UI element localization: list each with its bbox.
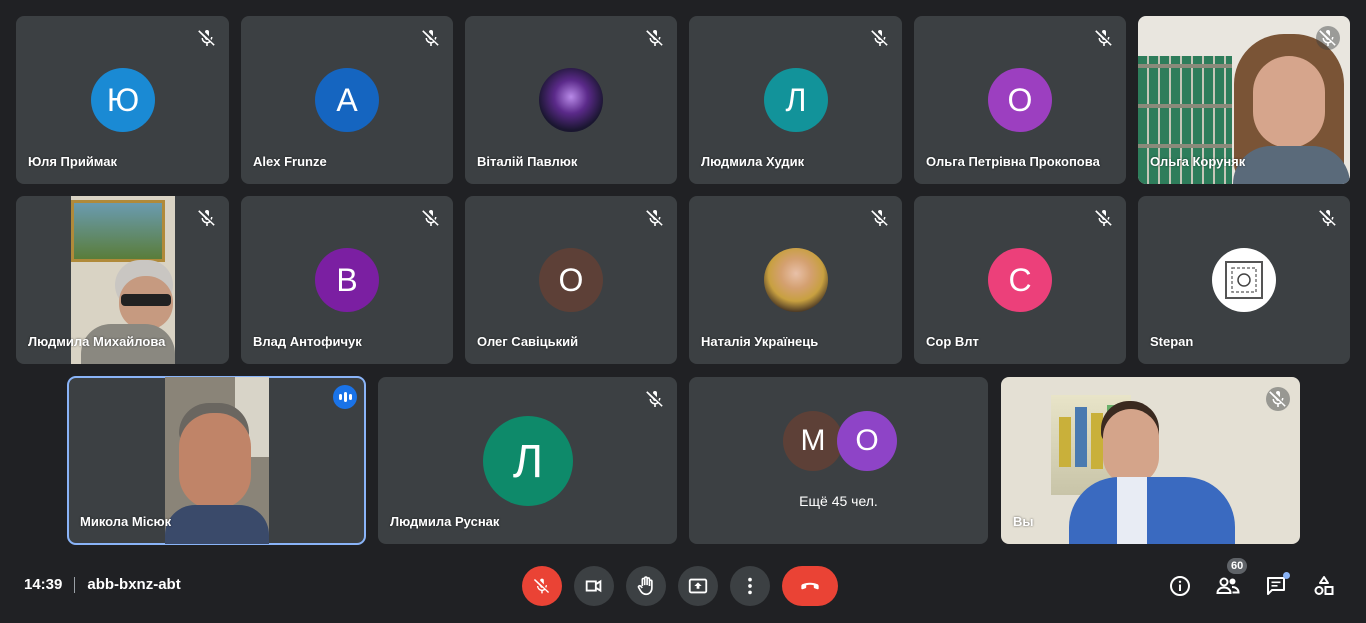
unread-dot bbox=[1283, 572, 1290, 579]
mic-off-icon bbox=[646, 391, 663, 407]
participant-name: Олег Савіцький bbox=[477, 334, 579, 349]
info-icon bbox=[1170, 576, 1190, 596]
participant-name: Юля Приймак bbox=[28, 154, 117, 169]
avatar: Л bbox=[483, 416, 573, 506]
participant-name: Микола Місюк bbox=[80, 514, 172, 529]
avatar-image bbox=[764, 248, 828, 312]
avatar: В bbox=[315, 248, 379, 312]
participant-tile[interactable]: С Сор Влт bbox=[914, 196, 1126, 364]
mic-off-icon bbox=[646, 30, 663, 46]
participant-name: Наталія Українець bbox=[701, 334, 819, 349]
video-feed bbox=[1001, 377, 1300, 544]
participant-tile[interactable]: О Олег Савіцький bbox=[465, 196, 677, 364]
participant-name: Вы bbox=[1013, 514, 1034, 529]
others-tile[interactable]: М О Ещё 45 чел. bbox=[689, 377, 988, 544]
participant-tile[interactable]: Л Людмила Худик bbox=[689, 16, 902, 184]
mic-off-icon bbox=[422, 30, 439, 46]
others-count-label: Ещё 45 чел. bbox=[799, 493, 878, 509]
avatar: Л bbox=[764, 68, 828, 132]
mic-off-icon bbox=[646, 210, 663, 226]
mic-off-icon bbox=[422, 210, 439, 226]
mic-off-icon bbox=[1266, 387, 1290, 411]
avatar: Ю bbox=[91, 68, 155, 132]
avatar: М bbox=[783, 411, 843, 471]
pattern-icon bbox=[1225, 261, 1263, 299]
participant-name: Людмила Михайлова bbox=[28, 334, 166, 349]
mic-off-icon bbox=[1316, 26, 1340, 50]
video-feed bbox=[165, 377, 269, 544]
speaking-indicator-icon bbox=[333, 385, 357, 409]
present-screen-button[interactable] bbox=[678, 566, 718, 606]
participant-tile[interactable]: Ю Юля Приймак bbox=[16, 16, 229, 184]
participants-button[interactable]: 60 bbox=[1214, 558, 1248, 600]
activities-icon bbox=[1314, 576, 1334, 595]
participant-tile[interactable]: Stepan bbox=[1138, 196, 1350, 364]
participant-name: Stepan bbox=[1150, 334, 1194, 349]
avatar: О bbox=[837, 411, 897, 471]
mic-off-icon bbox=[871, 30, 888, 46]
participant-tile[interactable]: Л Людмила Руснак bbox=[378, 377, 677, 544]
meeting-code: abb-bxnz-abt bbox=[87, 576, 181, 593]
participant-name: Alex Frunze bbox=[253, 154, 327, 169]
participant-video-tile[interactable]: Людмила Михайлова bbox=[16, 196, 229, 364]
participant-video-tile[interactable]: Ольга Коруняк bbox=[1138, 16, 1350, 184]
present-screen-icon bbox=[688, 578, 708, 594]
activities-button[interactable] bbox=[1310, 572, 1338, 600]
participant-name: Віталій Павлюк bbox=[477, 154, 578, 169]
participant-tile[interactable]: В Влад Антофичук bbox=[241, 196, 453, 364]
mic-off-icon bbox=[198, 210, 215, 226]
people-icon bbox=[1216, 577, 1240, 594]
participant-name: Ольга Петрівна Прокопова bbox=[926, 154, 1100, 169]
meeting-details-button[interactable] bbox=[1166, 572, 1194, 600]
camera-icon bbox=[585, 579, 602, 593]
avatar: О bbox=[539, 248, 603, 312]
hang-up-icon bbox=[801, 582, 819, 590]
participant-tile[interactable]: Наталія Українець bbox=[689, 196, 902, 364]
avatar: A bbox=[315, 68, 379, 132]
avatar: С bbox=[988, 248, 1052, 312]
leave-call-button[interactable] bbox=[782, 566, 838, 606]
participant-tile[interactable]: Віталій Павлюк bbox=[465, 16, 677, 184]
chat-button[interactable] bbox=[1262, 572, 1290, 600]
divider bbox=[74, 576, 76, 593]
participant-name: Влад Антофичук bbox=[253, 334, 362, 349]
mic-toggle-button[interactable] bbox=[522, 566, 562, 606]
mic-off-icon bbox=[871, 210, 888, 226]
participant-tile[interactable]: О Ольга Петрівна Прокопова bbox=[914, 16, 1126, 184]
control-bar: 14:39 abb-bxnz-abt 60 bbox=[0, 548, 1366, 623]
mic-off-icon bbox=[1095, 30, 1112, 46]
avatar-image bbox=[1212, 248, 1276, 312]
mic-off-icon bbox=[533, 578, 550, 594]
mic-off-icon bbox=[198, 30, 215, 46]
raise-hand-button[interactable] bbox=[626, 566, 666, 606]
participant-name: Ольга Коруняк bbox=[1150, 154, 1246, 169]
camera-toggle-button[interactable] bbox=[574, 566, 614, 606]
mic-off-icon bbox=[1095, 210, 1112, 226]
more-options-button[interactable] bbox=[730, 566, 770, 606]
participant-name: Сор Влт bbox=[926, 334, 979, 349]
meeting-info: 14:39 abb-bxnz-abt bbox=[24, 576, 181, 593]
meeting-time: 14:39 bbox=[24, 576, 63, 593]
more-options-icon bbox=[748, 577, 752, 595]
raise-hand-icon bbox=[637, 576, 653, 596]
avatar: О bbox=[988, 68, 1052, 132]
self-video-tile[interactable]: Вы bbox=[1001, 377, 1300, 544]
participant-name: Людмила Руснак bbox=[390, 514, 500, 529]
participants-count-badge: 60 bbox=[1227, 558, 1248, 574]
mic-off-icon bbox=[1319, 210, 1336, 226]
participant-name: Людмила Худик bbox=[701, 154, 805, 169]
active-speaker-tile[interactable]: Микола Місюк bbox=[67, 376, 366, 545]
participant-tile[interactable]: A Alex Frunze bbox=[241, 16, 453, 184]
avatar-image bbox=[539, 68, 603, 132]
